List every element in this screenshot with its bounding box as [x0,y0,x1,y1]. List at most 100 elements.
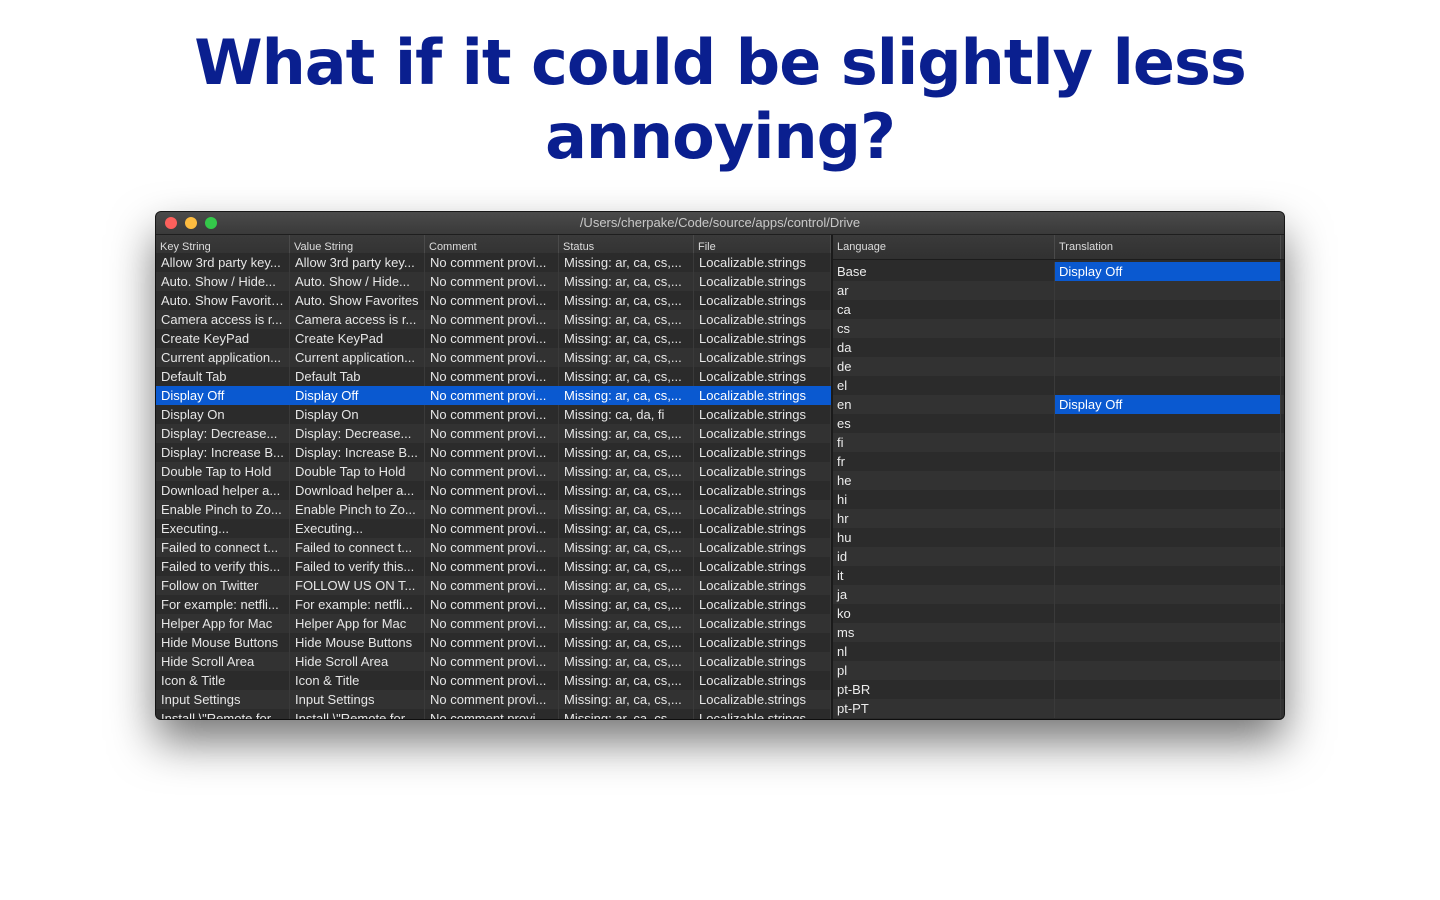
translation-cell[interactable] [1055,509,1281,528]
table-row[interactable]: hi [833,490,1284,509]
translation-cell[interactable] [1055,604,1281,623]
table-row[interactable]: Failed to verify this... Failed to verify… [156,557,831,576]
column-header-language[interactable]: Language [833,235,1055,259]
translation-cell[interactable] [1055,547,1281,566]
translation-cell[interactable] [1055,680,1281,699]
table-row[interactable]: cs [833,319,1284,338]
translations-table[interactable]: Language Translation Base Display Off ar ca… [833,235,1284,719]
table-row[interactable]: Download helper a... Download helper a...… [156,481,831,500]
table-row[interactable]: pt-BR [833,680,1284,699]
translation-cell[interactable] [1055,281,1281,300]
translation-cell[interactable] [1055,623,1281,642]
key-string-cell: Install \"Remote for... [156,709,290,719]
table-row[interactable]: Hide Mouse Buttons Hide Mouse Buttons No c… [156,633,831,652]
strings-table[interactable]: Key String Value String Comment Status F… [156,235,831,719]
translation-cell[interactable] [1055,433,1281,452]
language-cell: ca [833,300,1055,319]
table-row[interactable]: Install \"Remote for... Install \"Remote … [156,709,831,719]
translation-cell[interactable] [1055,699,1281,718]
table-row[interactable]: pt-PT [833,699,1284,718]
table-row[interactable]: ja [833,585,1284,604]
table-row[interactable]: Display On Display On No comment provi... M… [156,405,831,424]
translation-cell[interactable] [1055,661,1281,680]
table-row[interactable]: hr [833,509,1284,528]
column-header-translation[interactable]: Translation [1055,235,1281,259]
table-row[interactable]: ko [833,604,1284,623]
key-string-cell: Failed to connect t... [156,538,290,557]
table-row[interactable]: ca [833,300,1284,319]
table-row[interactable]: en Display Off [833,395,1284,414]
table-row[interactable]: Display: Increase B... Display: Increase … [156,443,831,462]
translation-cell[interactable] [1055,414,1281,433]
translation-cell[interactable] [1055,642,1281,661]
table-row[interactable]: Helper App for Mac Helper App for Mac No c… [156,614,831,633]
window-title: /Users/cherpake/Code/source/apps/control… [579,215,861,230]
comment-cell: No comment provi... [425,652,559,671]
status-cell: Missing: ar, ca, cs,... [559,652,694,671]
translation-cell[interactable] [1055,452,1281,471]
key-string-cell: Allow 3rd party key... [156,253,290,272]
language-cell: it [833,566,1055,585]
translation-cell[interactable] [1055,376,1281,395]
translation-cell[interactable] [1055,490,1281,509]
translation-cell[interactable] [1055,528,1281,547]
table-row[interactable]: Display Off Display Off No comment provi..… [156,386,831,405]
status-cell: Missing: ar, ca, cs,... [559,519,694,538]
translation-cell[interactable] [1055,300,1281,319]
language-cell: ja [833,585,1055,604]
table-row[interactable]: Create KeyPad Create KeyPad No comment pro… [156,329,831,348]
table-row[interactable]: Auto. Show Favorites Auto. Show Favorites… [156,291,831,310]
value-string-cell: Current application... [290,348,425,367]
comment-cell: No comment provi... [425,671,559,690]
table-row[interactable]: Failed to connect t... Failed to connect … [156,538,831,557]
table-row[interactable]: ms [833,623,1284,642]
table-row[interactable]: fr [833,452,1284,471]
table-row[interactable]: Follow on Twitter FOLLOW US ON T... No com… [156,576,831,595]
table-row[interactable]: Default Tab Default Tab No comment provi..… [156,367,831,386]
translation-cell[interactable] [1055,319,1281,338]
table-row[interactable]: id [833,547,1284,566]
table-row[interactable]: nl [833,642,1284,661]
key-string-cell: Double Tap to Hold [156,462,290,481]
table-row[interactable]: Camera access is r... Camera access is r.… [156,310,831,329]
table-row[interactable]: Executing... Executing... No comment provi… [156,519,831,538]
table-row[interactable]: Auto. Show / Hide... Auto. Show / Hide...… [156,272,831,291]
table-row[interactable]: de [833,357,1284,376]
table-row[interactable]: es [833,414,1284,433]
file-cell: Localizable.strings [694,310,831,329]
file-cell: Localizable.strings [694,272,831,291]
table-row[interactable]: For example: netfli... For example: netfl… [156,595,831,614]
table-row[interactable]: Current application... Current applicatio… [156,348,831,367]
table-row[interactable]: hu [833,528,1284,547]
table-row[interactable]: it [833,566,1284,585]
table-row[interactable]: da [833,338,1284,357]
translation-cell[interactable] [1055,585,1281,604]
table-row[interactable]: Icon & Title Icon & Title No comment provi… [156,671,831,690]
table-row[interactable]: Base Display Off [833,262,1284,281]
table-row[interactable]: Display: Decrease... Display: Decrease...… [156,424,831,443]
table-row[interactable]: Enable Pinch to Zo... Enable Pinch to Zo.… [156,500,831,519]
table-row[interactable]: pl [833,661,1284,680]
translation-cell[interactable]: Display Off [1055,262,1281,281]
table-row[interactable]: Hide Scroll Area Hide Scroll Area No comme… [156,652,831,671]
file-cell: Localizable.strings [694,671,831,690]
translation-cell[interactable]: Display Off [1055,395,1281,414]
language-cell: es [833,414,1055,433]
table-row[interactable]: Double Tap to Hold Double Tap to Hold No c… [156,462,831,481]
table-row[interactable]: fi [833,433,1284,452]
comment-cell: No comment provi... [425,405,559,424]
app-window: /Users/cherpake/Code/source/apps/control… [156,212,1284,719]
table-row[interactable]: he [833,471,1284,490]
translation-cell[interactable] [1055,357,1281,376]
table-row[interactable]: el [833,376,1284,395]
translation-cell[interactable] [1055,471,1281,490]
key-string-cell: Default Tab [156,367,290,386]
language-cell: fi [833,433,1055,452]
table-row[interactable]: ar [833,281,1284,300]
key-string-cell: Camera access is r... [156,310,290,329]
table-row[interactable]: Allow 3rd party key... Allow 3rd party ke… [156,253,831,272]
translation-cell[interactable] [1055,338,1281,357]
window-titlebar[interactable]: /Users/cherpake/Code/source/apps/control… [156,212,1284,235]
table-row[interactable]: Input Settings Input Settings No comment p… [156,690,831,709]
translation-cell[interactable] [1055,566,1281,585]
